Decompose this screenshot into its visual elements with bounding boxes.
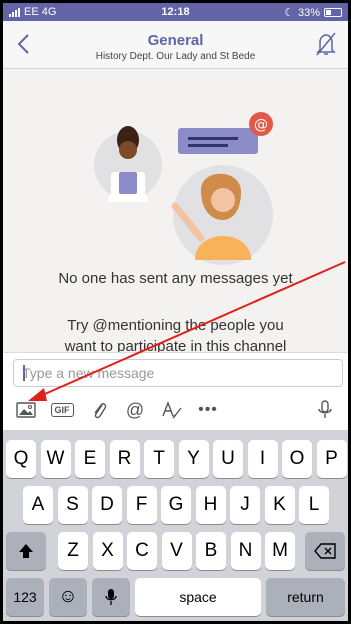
compose-toolbar: GIF @ ••• (3, 395, 348, 425)
team-name: History Dept. Our Lady and St Bede (95, 51, 256, 62)
key-c[interactable]: C (127, 532, 157, 570)
backspace-icon (314, 543, 336, 559)
channel-header: General History Dept. Our Lady and St Be… (3, 21, 348, 69)
message-input[interactable] (14, 360, 342, 386)
key-z[interactable]: Z (58, 532, 88, 570)
mic-button[interactable] (312, 399, 338, 421)
key-t[interactable]: T (144, 440, 174, 478)
attach-button[interactable] (86, 399, 112, 421)
more-button[interactable]: ••• (195, 399, 221, 421)
battery-icon (324, 8, 342, 17)
attach-icon (94, 403, 107, 419)
key-l[interactable]: L (299, 486, 329, 524)
emoji-key[interactable]: ☺ (49, 578, 87, 616)
key-s[interactable]: S (57, 486, 88, 524)
mention-button[interactable]: @ (122, 399, 148, 421)
space-key[interactable]: space (135, 578, 261, 616)
mic-icon (318, 400, 332, 418)
image-icon (16, 402, 36, 418)
svg-text:@: @ (254, 117, 268, 133)
key-g[interactable]: G (161, 486, 191, 524)
key-n[interactable]: N (230, 532, 261, 570)
more-icon: ••• (198, 401, 218, 418)
backspace-key[interactable] (305, 532, 345, 570)
gif-button[interactable]: GIF (49, 399, 75, 421)
mention-icon: @ (125, 399, 145, 420)
key-y[interactable]: Y (178, 440, 209, 478)
app-frame: EE 4G 12:18 ☾ 33% General History Dept. … (3, 3, 348, 621)
key-i[interactable]: I (247, 440, 278, 478)
key-f[interactable]: F (126, 486, 157, 524)
status-bar: EE 4G 12:18 ☾ 33% (3, 3, 348, 21)
shift-key[interactable] (6, 532, 46, 570)
keyboard: Q W E R T Y U I O P A S D F G H J K L Z X C V B N M 123 ☺ space retur… (3, 430, 348, 621)
key-d[interactable]: D (92, 486, 122, 524)
return-key[interactable]: return (266, 578, 345, 616)
key-u[interactable]: U (213, 440, 243, 478)
key-q[interactable]: Q (6, 440, 36, 478)
key-a[interactable]: A (23, 486, 53, 524)
image-button[interactable] (13, 399, 39, 421)
emoji-icon: ☺ (58, 586, 78, 607)
empty-state-title: No one has sent any messages yet (58, 270, 293, 287)
key-m[interactable]: M (265, 532, 295, 570)
text-caret (23, 365, 25, 381)
key-k[interactable]: K (264, 486, 295, 524)
battery-percent: 33% (297, 6, 320, 19)
key-b[interactable]: B (196, 532, 226, 570)
key-p[interactable]: P (316, 440, 347, 478)
empty-state-hint-line2: want to participate in this channel (64, 338, 287, 352)
dictation-key[interactable] (92, 578, 130, 616)
empty-state-hint-line1: Try @mentioning the people you (67, 317, 284, 334)
key-e[interactable]: E (75, 440, 105, 478)
mic-icon (105, 589, 117, 605)
format-icon (162, 401, 182, 419)
key-x[interactable]: X (92, 532, 123, 570)
key-w[interactable]: W (40, 440, 71, 478)
message-input-box[interactable] (13, 359, 343, 387)
message-area: @ No one has sent any messages yet Try @… (3, 70, 348, 352)
key-r[interactable]: R (109, 440, 140, 478)
key-j[interactable]: J (230, 486, 260, 524)
bell-off-icon[interactable] (314, 31, 338, 57)
numbers-key[interactable]: 123 (6, 578, 44, 616)
moon-icon: ☾ (284, 7, 294, 19)
empty-channel-illustration: @ (94, 112, 273, 265)
channel-title[interactable]: General (3, 32, 348, 49)
shift-icon (19, 544, 33, 558)
format-button[interactable] (159, 399, 185, 421)
compose-area: GIF @ ••• (3, 352, 348, 430)
key-o[interactable]: O (282, 440, 312, 478)
key-h[interactable]: H (195, 486, 226, 524)
key-v[interactable]: V (161, 532, 192, 570)
gif-icon: GIF (50, 403, 74, 417)
